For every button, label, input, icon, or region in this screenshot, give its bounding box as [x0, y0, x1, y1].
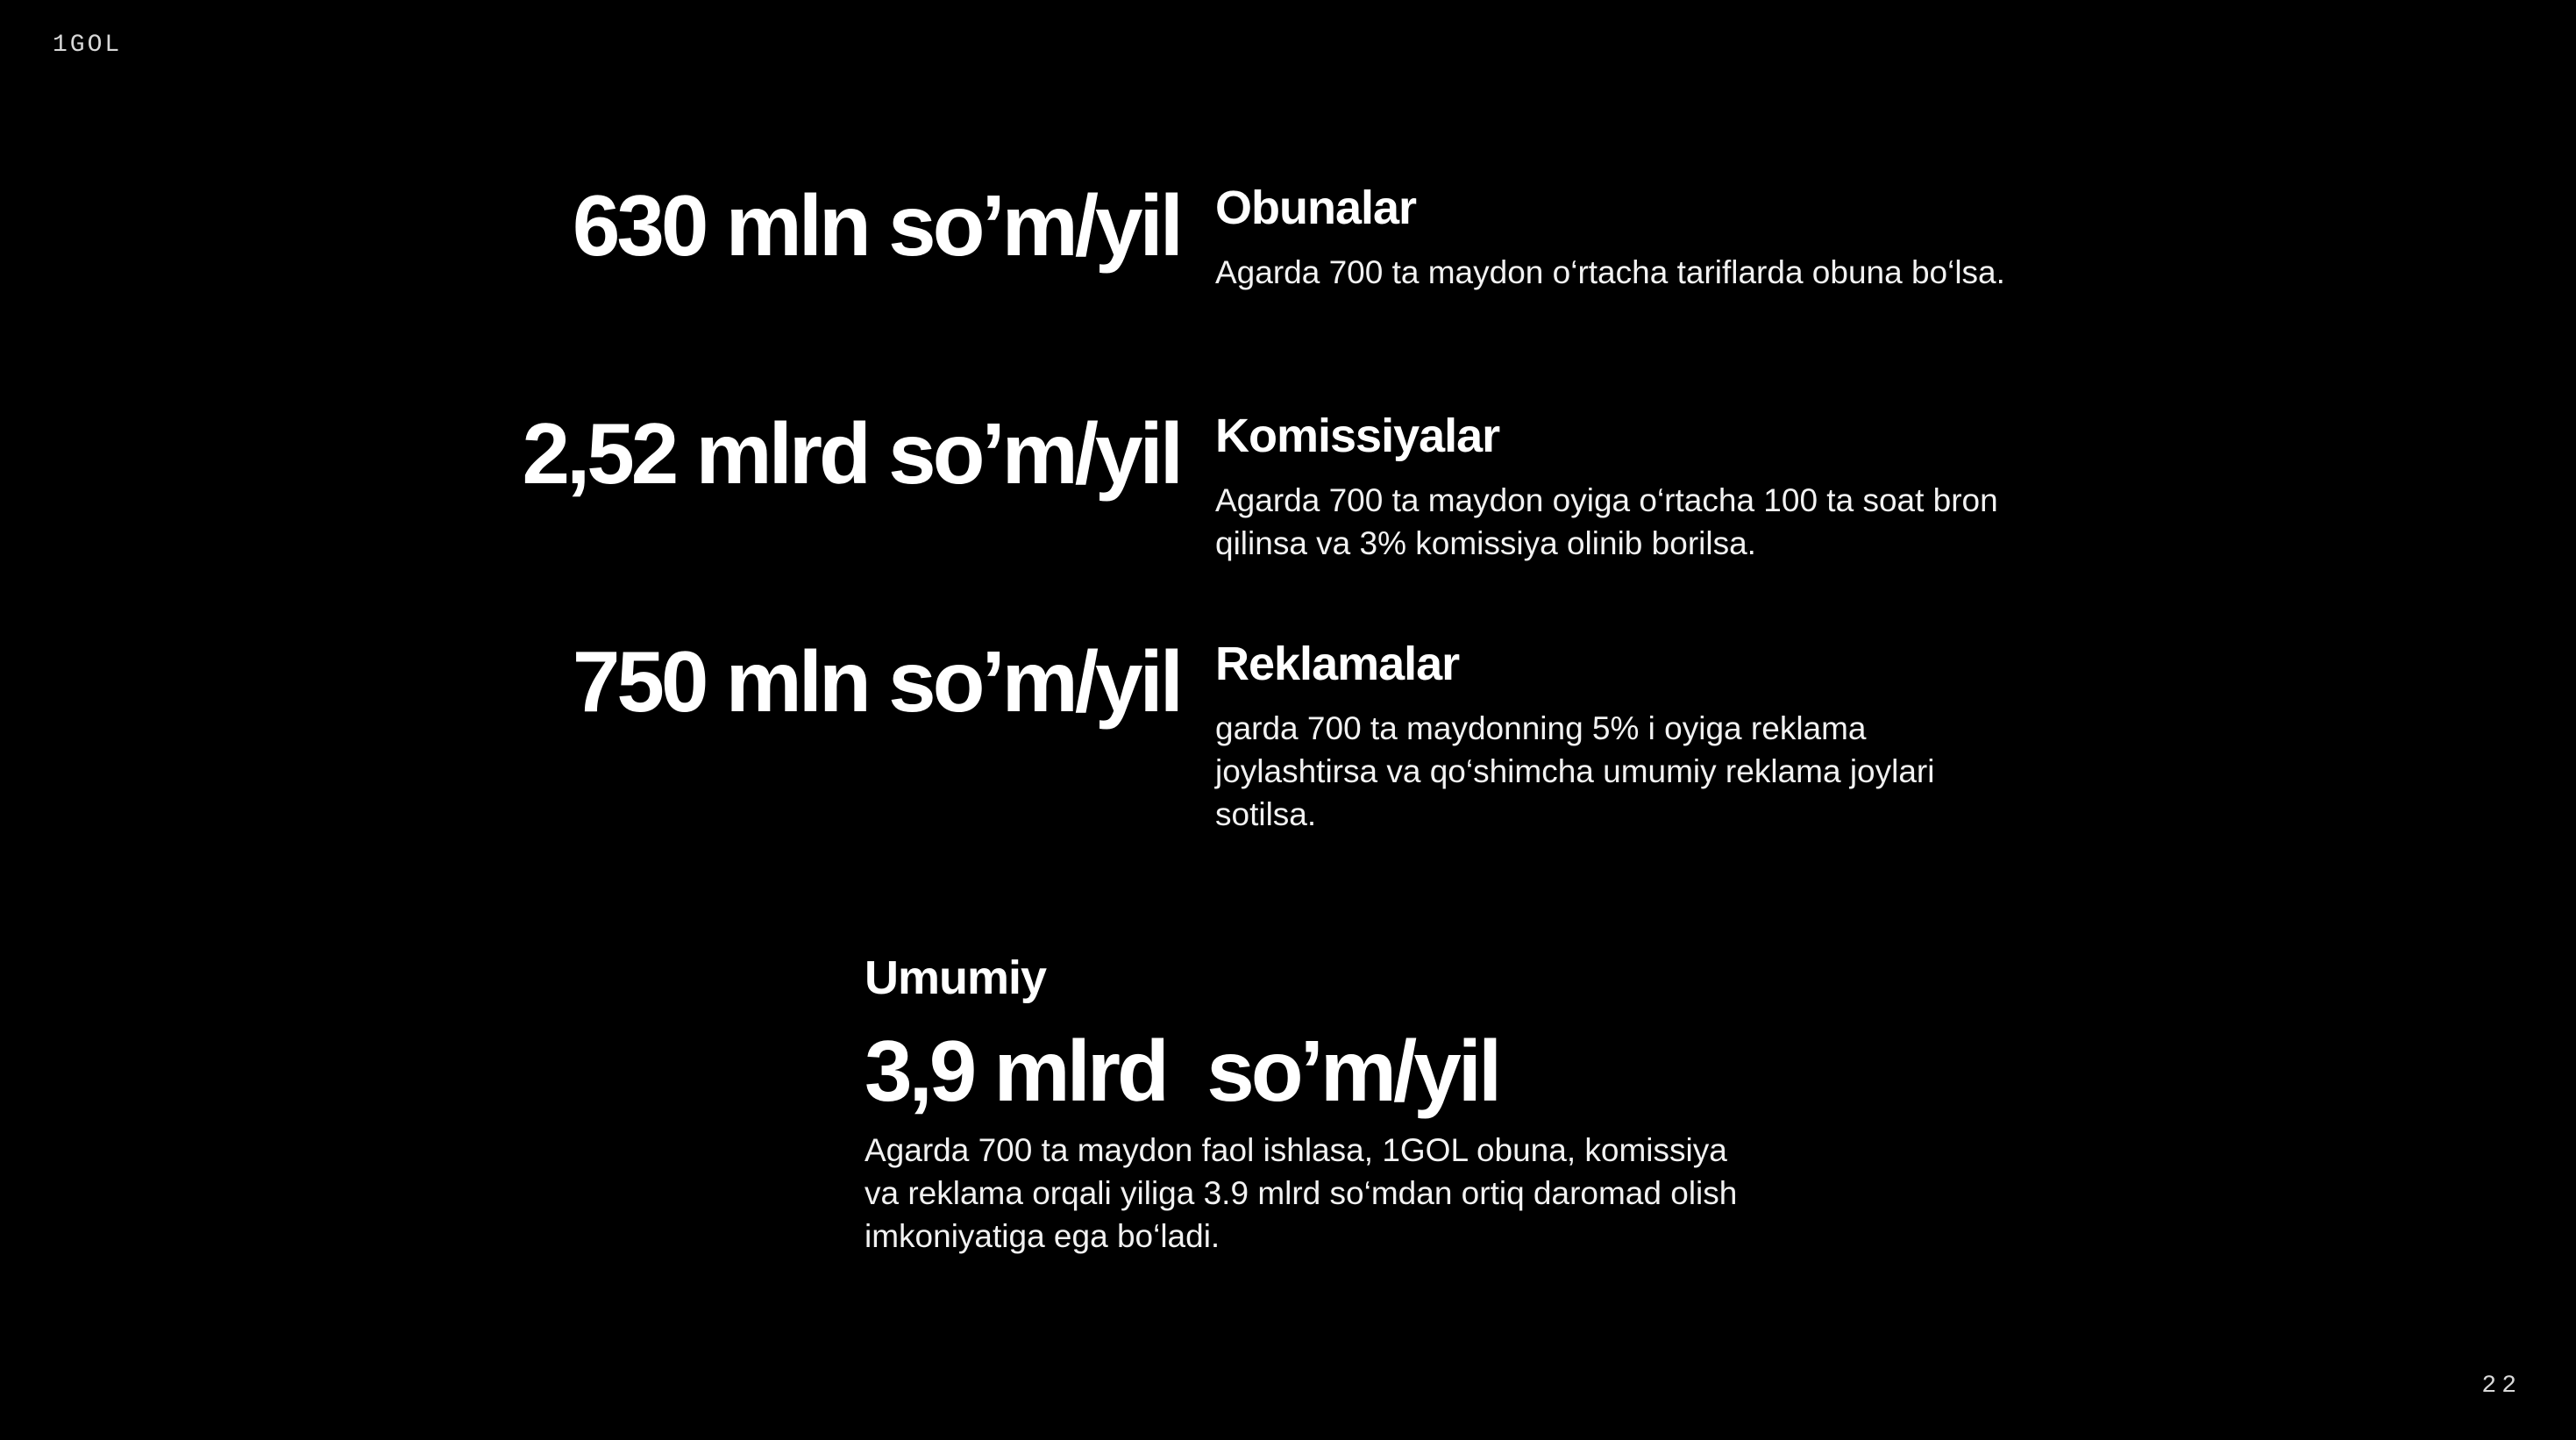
commission-amount: 2,52 mlrd so’m/yil: [522, 405, 1184, 502]
page-number: 22: [2481, 1372, 2522, 1400]
advertising-amount: 750 mln so’m/yil: [572, 633, 1184, 730]
total-description: Agarda 700 ta maydon faol ishlasa, 1GOL …: [865, 1132, 1738, 1254]
subscription-description: Agarda 700 ta maydon o‘rtacha tariflarda…: [1215, 254, 2005, 290]
subscription-title: Obunalar: [1215, 182, 1417, 234]
commission-description: Agarda 700 ta maydon oyiga o‘rtacha 100 …: [1215, 482, 1998, 561]
advertising-title: Reklamalar: [1215, 638, 1460, 690]
total-label: Umumiy: [865, 952, 1047, 1004]
subscription-amount: 630 mln so’m/yil: [572, 177, 1184, 274]
brand-logo-text: 1GOL: [53, 32, 123, 59]
advertising-description: garda 700 ta maydonning 5% i oyiga rekla…: [1215, 710, 1935, 832]
total-amount: 3,9 mlrd so’m/yil: [865, 1023, 1502, 1119]
commission-title: Komissiyalar: [1215, 410, 1500, 462]
